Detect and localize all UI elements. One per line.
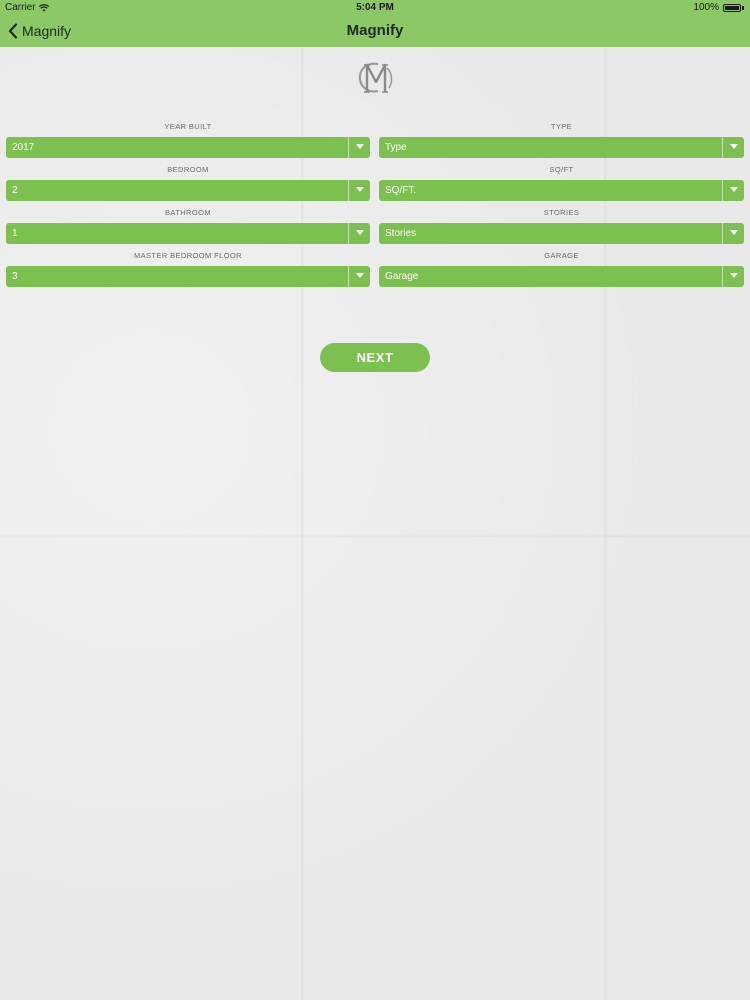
- type-label: TYPE: [550, 122, 573, 131]
- status-bar: Carrier 5:04 PM 100%: [0, 0, 750, 15]
- dropdown-arrow-icon: [356, 273, 364, 278]
- year-built-select[interactable]: 2017: [6, 137, 370, 158]
- sqft-select[interactable]: SQ/FT.: [379, 180, 744, 201]
- dropdown-arrow-icon: [356, 187, 364, 192]
- bedroom-label: BEDROOM: [167, 165, 209, 174]
- dropdown-arrow-icon: [356, 144, 364, 149]
- battery-icon: [723, 3, 741, 12]
- garage-label: GARAGE: [544, 251, 579, 260]
- type-value: Type: [385, 142, 407, 153]
- status-time: 5:04 PM: [356, 2, 394, 13]
- cm-monogram-logo: [358, 62, 393, 93]
- bathroom-label: BATHROOM: [165, 208, 211, 217]
- master-bedroom-floor-value: 3: [12, 271, 18, 282]
- master-bedroom-floor-label: MASTER BEDROOM FLOOR: [133, 251, 242, 260]
- stories-label: STORIES: [543, 208, 580, 217]
- master-bedroom-floor-select[interactable]: 3: [6, 266, 370, 287]
- year-built-value: 2017: [12, 142, 35, 153]
- bedroom-value: 2: [12, 185, 18, 196]
- bathroom-value: 1: [12, 228, 18, 239]
- stories-select[interactable]: Stories: [379, 223, 744, 244]
- dropdown-arrow-icon: [730, 273, 738, 278]
- navigation-bar: Carrier 5:04 PM 100% Magnify Magnify: [0, 0, 750, 47]
- dropdown-arrow-icon: [356, 230, 364, 235]
- dropdown-arrow-icon: [730, 144, 738, 149]
- bedroom-select[interactable]: 2: [6, 180, 370, 201]
- dropdown-arrow-icon: [730, 187, 738, 192]
- stories-value: Stories: [385, 228, 417, 239]
- year-built-label: YEAR BUILT: [164, 122, 212, 131]
- sqft-label: SQ/FT: [549, 165, 574, 174]
- garage-value: Garage: [385, 271, 419, 282]
- type-select[interactable]: Type: [379, 137, 744, 158]
- battery-percent: 100%: [693, 2, 719, 13]
- sqft-value: SQ/FT.: [385, 185, 417, 196]
- bathroom-select[interactable]: 1: [6, 223, 370, 244]
- page-title: Magnify: [346, 22, 404, 39]
- next-button[interactable]: NEXT: [320, 343, 430, 372]
- garage-select[interactable]: Garage: [379, 266, 744, 287]
- dropdown-arrow-icon: [730, 230, 738, 235]
